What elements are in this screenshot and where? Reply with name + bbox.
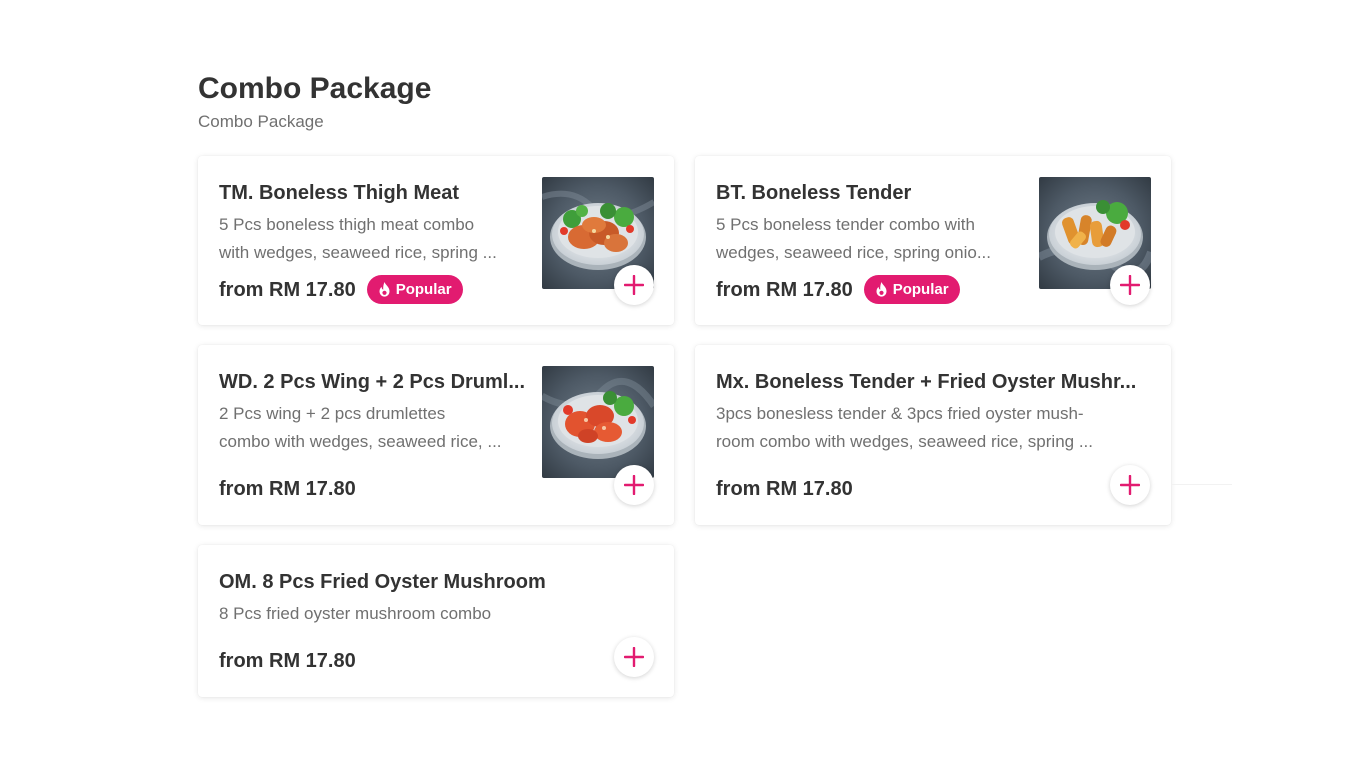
item-description: 5 Pcs boneless thigh meat combo with wed… (219, 211, 529, 267)
menu-item-card[interactable]: TM. Boneless Thigh Meat 5 Pcs boneless t… (198, 156, 674, 325)
menu-item-card[interactable]: OM. 8 Pcs Fried Oyster Mushroom 8 Pcs fr… (198, 545, 674, 697)
item-description-line: wedges, seaweed rice, spring onio... (716, 243, 991, 262)
food-image (542, 366, 654, 478)
item-title: BT. Boneless Tender (716, 182, 912, 204)
item-title: WD. 2 Pcs Wing + 2 Pcs Druml... (219, 371, 526, 393)
item-description-line: 5 Pcs boneless thigh meat combo (219, 215, 475, 234)
item-price: from RM 17.80 (219, 278, 356, 301)
popular-badge: Popular (863, 275, 960, 304)
add-to-cart-button[interactable] (614, 465, 654, 505)
item-description-line: room combo with wedges, seaweed rice, sp… (716, 432, 1094, 451)
item-description-line: 2 Pcs wing + 2 pcs drumlettes (219, 404, 446, 423)
item-description-line: with wedges, seaweed rice, spring ... (219, 243, 497, 262)
plus-icon (624, 275, 644, 295)
item-description: 5 Pcs boneless tender combo with wedges,… (716, 211, 1026, 267)
item-description-line: 8 Pcs fried oyster mushroom combo (219, 604, 492, 623)
item-price: from RM 17.80 (219, 650, 356, 672)
menu-item-card[interactable]: WD. 2 Pcs Wing + 2 Pcs Druml... 2 Pcs wi… (198, 345, 674, 525)
add-to-cart-button[interactable] (1110, 465, 1150, 505)
flame-icon (876, 282, 887, 297)
popular-badge: Popular (366, 275, 463, 304)
add-to-cart-button[interactable] (614, 637, 654, 677)
plus-icon (1120, 475, 1140, 495)
menu-item-card[interactable]: BT. Boneless Tender 5 Pcs boneless tende… (695, 156, 1171, 325)
item-title: Mx. Boneless Tender + Fried Oyster Mushr… (716, 371, 1137, 393)
item-description: 3pcs bonesless tender & 3pcs fried oyste… (716, 400, 1126, 456)
plus-icon (624, 647, 644, 667)
item-title: OM. 8 Pcs Fried Oyster Mushroom (219, 571, 546, 593)
item-price: from RM 17.80 (716, 278, 853, 301)
item-description-line: 3pcs bonesless tender & 3pcs fried oyste… (716, 404, 1084, 423)
plus-icon (1120, 275, 1140, 295)
add-to-cart-button[interactable] (614, 265, 654, 305)
item-description-line: combo with wedges, seaweed rice, ... (219, 432, 502, 451)
add-to-cart-button[interactable] (1110, 265, 1150, 305)
item-description: 2 Pcs wing + 2 pcs drumlettes combo with… (219, 400, 529, 456)
item-price: from RM 17.80 (219, 478, 356, 500)
section-title: Combo Package (198, 72, 432, 105)
item-description: 8 Pcs fried oyster mushroom combo (219, 600, 619, 628)
section-subtitle: Combo Package (198, 112, 324, 131)
item-description-line: 5 Pcs boneless tender combo with (716, 215, 975, 234)
item-price: from RM 17.80 (716, 478, 853, 500)
plus-icon (624, 475, 644, 495)
badge-label: Popular (892, 281, 949, 298)
divider (1172, 484, 1232, 485)
menu-section: Combo Package Combo Package (198, 70, 1178, 133)
menu-item-card[interactable]: Mx. Boneless Tender + Fried Oyster Mushr… (695, 345, 1171, 525)
flame-icon (379, 282, 390, 297)
badge-label: Popular (395, 281, 452, 298)
item-title: TM. Boneless Thigh Meat (219, 182, 460, 204)
